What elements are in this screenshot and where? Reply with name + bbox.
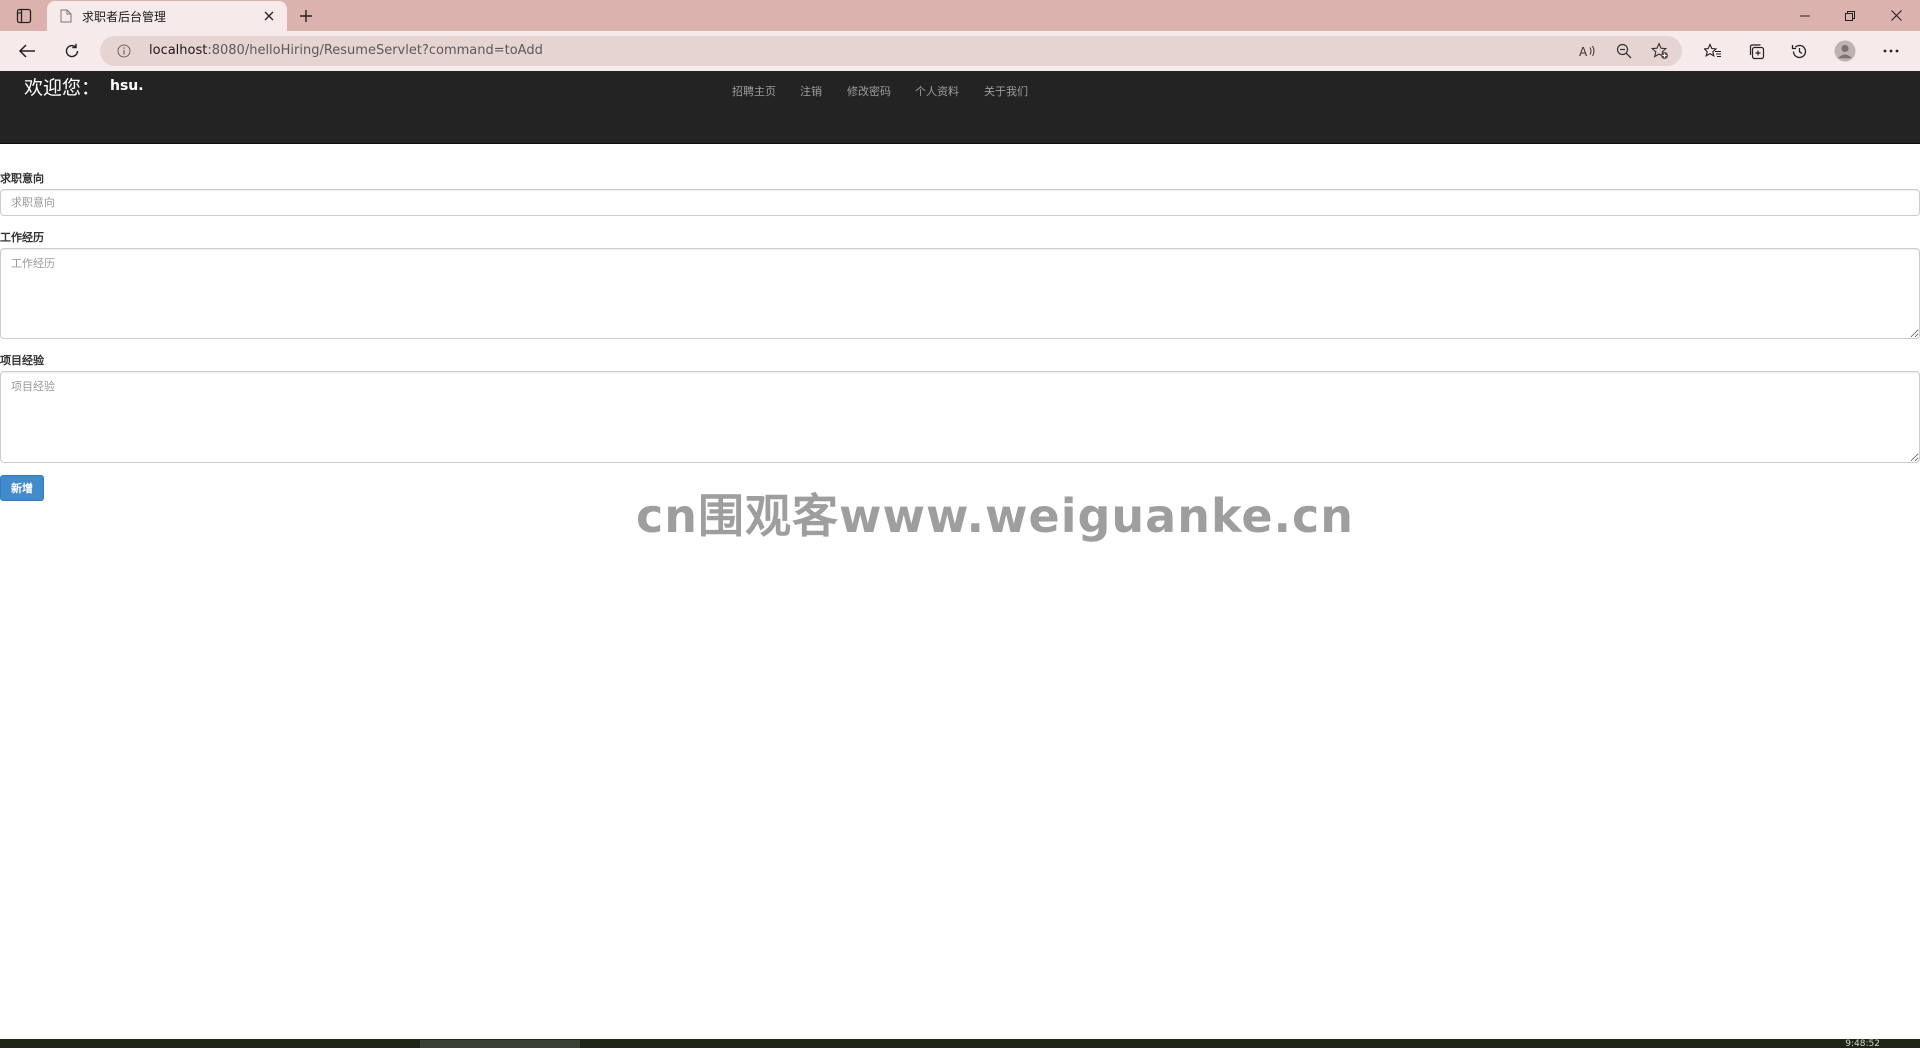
nav-logout[interactable]: 注销 — [800, 83, 822, 99]
url-path: :8080/helloHiring/ResumeServlet?command=… — [207, 43, 543, 58]
site-header: 欢迎您： hsu. 招聘主页 注销 修改密码 个人资料 关于我们 — [0, 71, 1920, 144]
tab-actions-icon[interactable] — [12, 6, 36, 26]
favorites-icon[interactable] — [1700, 39, 1726, 63]
more-icon[interactable] — [1878, 39, 1904, 63]
username: hsu. — [110, 78, 144, 94]
profile-icon[interactable] — [1832, 39, 1858, 63]
read-aloud-icon[interactable]: A — [1579, 42, 1597, 60]
browser-tab[interactable]: 求职者后台管理 — [47, 1, 287, 31]
intention-label: 求职意向 — [0, 172, 44, 185]
watermark-text: cn围观客www.weiguanke.cn — [636, 489, 1355, 543]
os-taskbar: 9:48:52 — [0, 1039, 1920, 1049]
work-experience-textarea[interactable] — [0, 248, 1920, 339]
url-host: localhost — [149, 43, 208, 58]
add-button[interactable]: 新增 — [0, 475, 44, 501]
refresh-icon[interactable] — [59, 39, 85, 63]
intention-input[interactable] — [0, 189, 1920, 216]
browser-toolbar: localhost:8080/helloHiring/ResumeServlet… — [0, 31, 1920, 71]
browser-tab-strip: 求职者后台管理 — [0, 0, 1920, 31]
welcome-text: 欢迎您： — [24, 77, 101, 99]
taskbar-item[interactable] — [420, 1040, 580, 1048]
restore-icon[interactable] — [1828, 0, 1872, 31]
info-icon[interactable] — [117, 44, 131, 58]
add-favorite-icon[interactable] — [1651, 42, 1669, 60]
work-experience-label: 工作经历 — [0, 231, 44, 244]
page-icon — [60, 9, 72, 23]
address-bar[interactable]: localhost:8080/helloHiring/ResumeServlet… — [100, 36, 1682, 66]
nav-change-password[interactable]: 修改密码 — [847, 83, 891, 99]
url-text: localhost:8080/helloHiring/ResumeServlet… — [149, 43, 543, 58]
tab-title: 求职者后台管理 — [82, 9, 167, 24]
minimize-icon[interactable] — [1783, 0, 1827, 31]
back-icon[interactable] — [14, 39, 40, 63]
close-window-icon[interactable] — [1874, 0, 1918, 31]
project-experience-label: 项目经验 — [0, 354, 44, 367]
nav-about-us[interactable]: 关于我们 — [984, 83, 1028, 99]
history-icon[interactable] — [1786, 39, 1812, 63]
project-experience-textarea[interactable] — [0, 371, 1920, 463]
svg-text:A: A — [1579, 45, 1588, 58]
zoom-out-icon[interactable] — [1615, 42, 1633, 60]
plus-icon[interactable] — [295, 5, 317, 27]
close-icon[interactable] — [261, 8, 277, 24]
nav-recruitment-home[interactable]: 招聘主页 — [732, 83, 776, 99]
collections-icon[interactable] — [1743, 39, 1769, 63]
nav-profile[interactable]: 个人资料 — [915, 83, 959, 99]
